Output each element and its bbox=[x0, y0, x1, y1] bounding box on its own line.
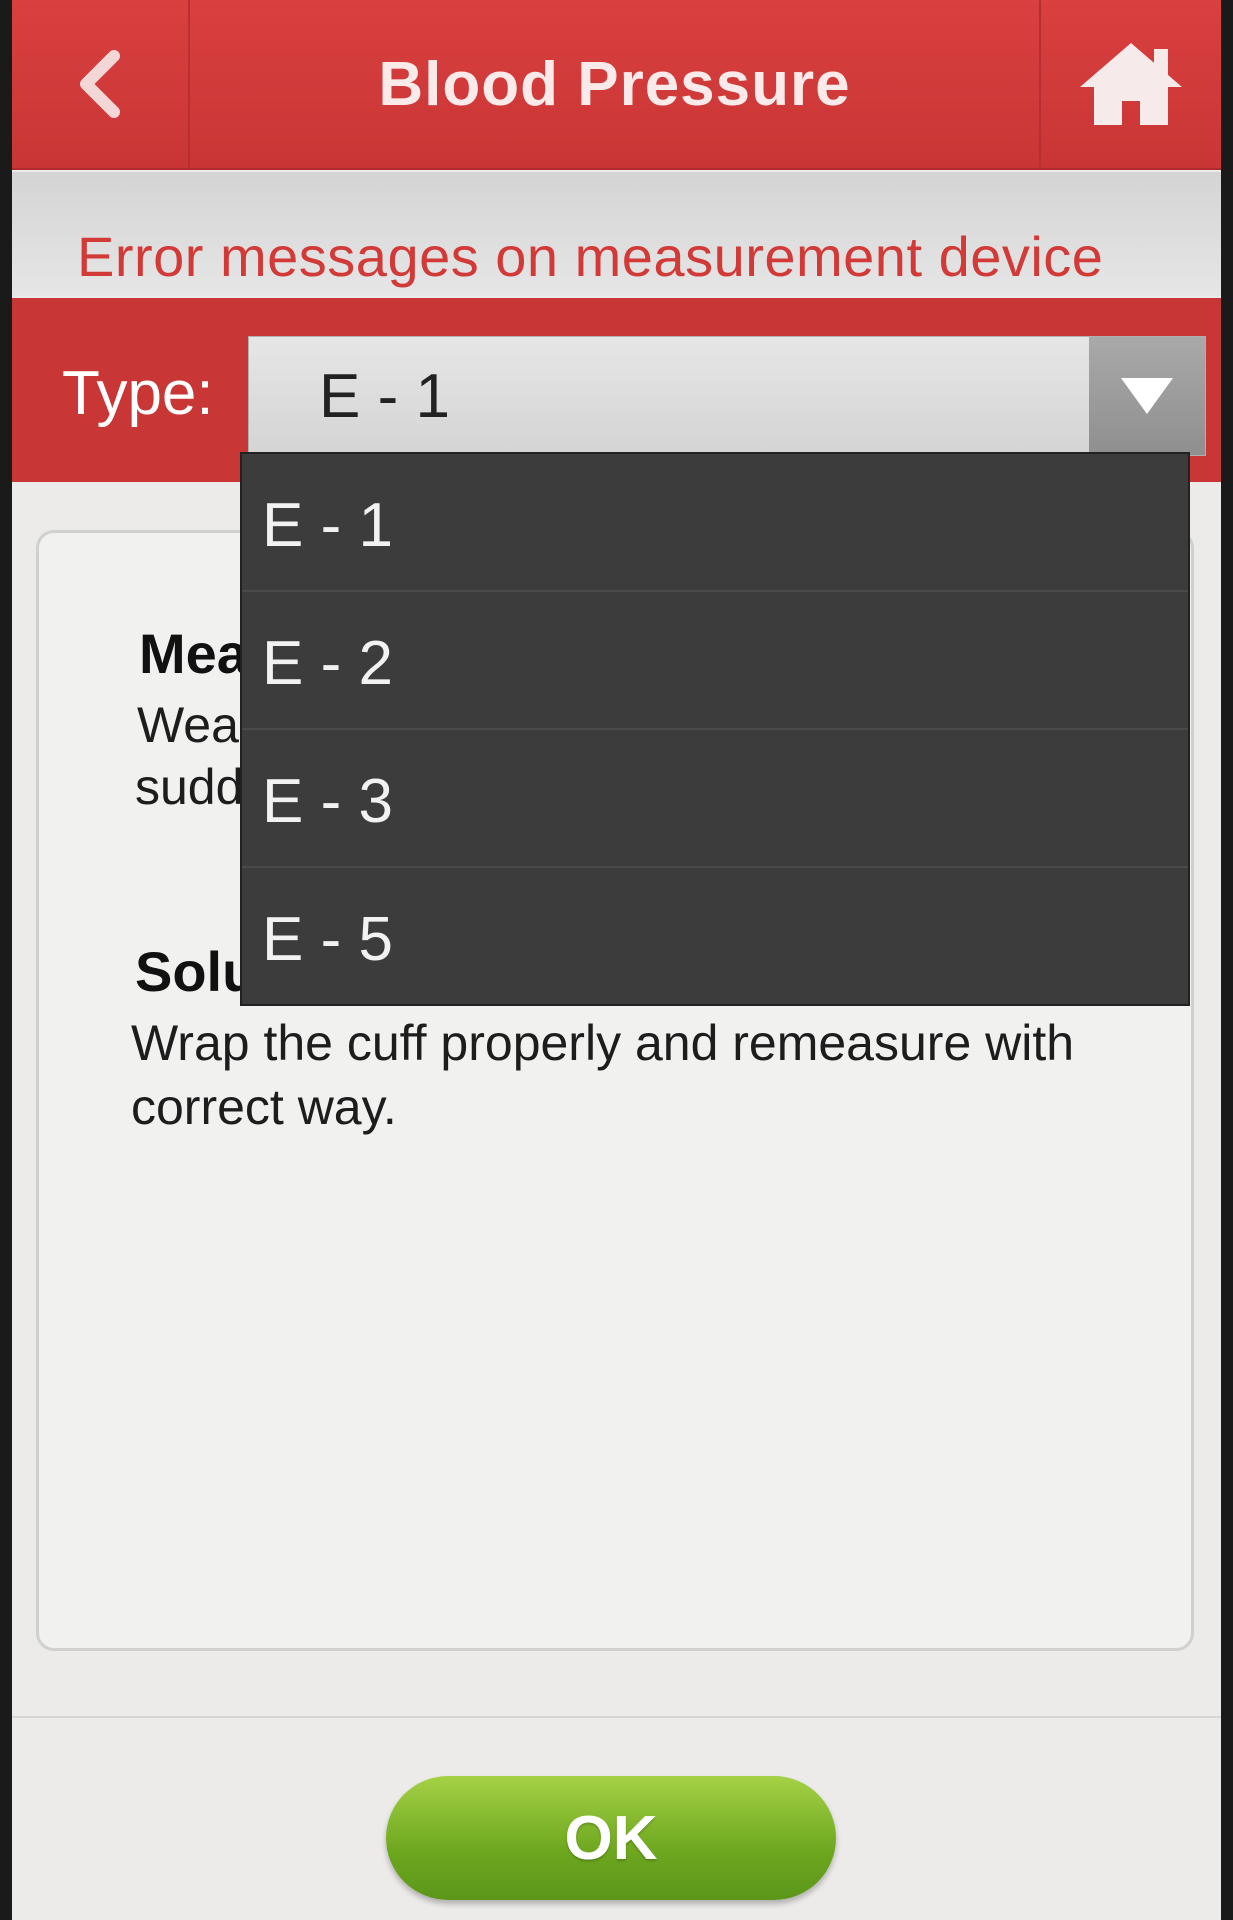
dropdown-option-e2[interactable]: E - 2 bbox=[242, 592, 1188, 730]
type-label: Type: bbox=[62, 359, 214, 428]
back-button[interactable] bbox=[12, 0, 190, 168]
page-title: Blood Pressure bbox=[378, 49, 851, 119]
footer-divider bbox=[12, 1716, 1221, 1718]
dropdown-option-label: E - 2 bbox=[262, 629, 393, 698]
header-bar: Blood Pressure bbox=[12, 0, 1221, 170]
dropdown-option-e5[interactable]: E - 5 bbox=[242, 868, 1188, 1004]
dropdown-option-e1[interactable]: E - 1 bbox=[242, 454, 1188, 592]
type-select-value: E - 1 bbox=[319, 362, 450, 431]
solution-text: Wrap the cuff properly and remeasure wit… bbox=[131, 1015, 1075, 1135]
dropdown-option-label: E - 1 bbox=[262, 491, 393, 560]
dropdown-option-label: E - 3 bbox=[262, 767, 393, 836]
cause-text-line-2: sudd bbox=[135, 759, 244, 815]
type-select[interactable]: E - 1 bbox=[248, 336, 1206, 456]
dropdown-option-e3[interactable]: E - 3 bbox=[242, 730, 1188, 868]
dropdown-option-label: E - 5 bbox=[262, 905, 393, 974]
cause-text-line-1: Weal bbox=[137, 697, 251, 753]
cause-heading: Mea bbox=[139, 622, 248, 685]
chevron-left-icon bbox=[80, 50, 120, 118]
section-subtitle: Error messages on measurement device bbox=[77, 225, 1104, 288]
home-button[interactable] bbox=[1039, 0, 1221, 168]
app-screen: Blood Pressure Error messages on measure… bbox=[12, 0, 1221, 1920]
ok-button[interactable]: OK bbox=[386, 1776, 836, 1900]
home-icon bbox=[1080, 43, 1182, 125]
dropdown-arrow-button[interactable] bbox=[1089, 337, 1205, 455]
type-dropdown-list: E - 1 E - 2 E - 3 E - 5 bbox=[240, 452, 1190, 1006]
triangle-down-icon bbox=[1121, 378, 1173, 414]
solution-heading: Solu bbox=[135, 940, 257, 1003]
